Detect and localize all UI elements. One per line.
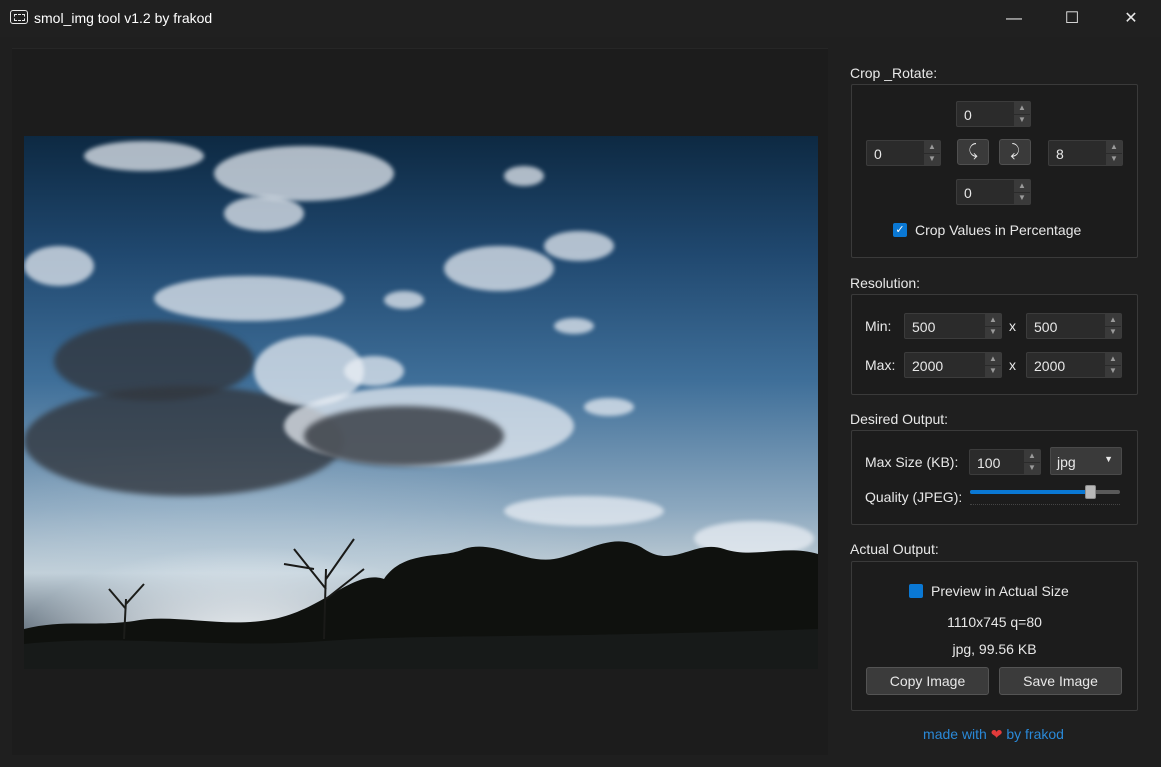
rotate-left-button[interactable]: ⤹ [957,139,989,165]
chevron-down-icon[interactable]: ▼ [1105,365,1121,377]
quality-slider-fill [970,490,1090,494]
chevron-down-icon[interactable]: ▼ [1014,114,1030,126]
preview-actual-size-label: Preview in Actual Size [931,583,1069,599]
quality-slider[interactable] [970,485,1120,499]
resolution-label: Resolution: [850,275,921,291]
heart-icon: ❤ [990,726,1003,742]
rotate-right-button[interactable]: ⤸ [999,139,1031,165]
min-height-input[interactable]: 500 ▲ ▼ [1026,313,1122,339]
app-screenshot-icon [10,10,28,24]
crop-top-input[interactable]: 0 ▲ ▼ [956,101,1031,127]
close-button[interactable]: ✕ [1102,0,1160,37]
x-separator: x [1009,318,1016,334]
crop-rotate-group: 0 ▲ ▼ 0 ▲ ▼ ⤹ ⤸ 8 ▲ ▼ 0 ▲ ▼ ✓ Crop Values in… [851,84,1138,258]
quality-label: Quality (JPEG): [865,489,963,505]
crop-percentage-checkbox[interactable]: ✓ [893,223,907,237]
output-dimensions: 1110x745 q=80 [947,614,1042,630]
max-label: Max: [865,357,896,373]
quality-slider-thumb[interactable] [1085,485,1096,499]
window-title: smol_img tool v1.2 by frakod [34,10,213,26]
max-size-label: Max Size (KB): [865,454,959,470]
max-width-input[interactable]: 2000 ▲ ▼ [904,352,1002,378]
minimize-button[interactable]: — [985,0,1043,37]
image-preview [24,136,818,669]
resolution-group: Min: 500 ▲ ▼ x 500 ▲ ▼ Max: 2000 ▲ ▼ x 2000… [851,294,1138,395]
maximize-button[interactable]: ☐ [1043,0,1101,37]
footer-suffix: by frakod [1006,726,1064,742]
crop-right-input[interactable]: 8 ▲ ▼ [1048,140,1123,166]
footer-prefix: made with [923,726,987,742]
min-label: Min: [865,318,892,334]
actual-output-label: Actual Output: [850,541,939,557]
min-width-input[interactable]: 500 ▲ ▼ [904,313,1002,339]
save-image-button[interactable]: Save Image [999,667,1122,695]
chevron-down-icon[interactable]: ▼ [924,153,940,165]
output-file-info: jpg, 99.56 KB [952,641,1037,657]
actual-output-group: Preview in Actual Size 1110x745 q=80 jpg… [851,561,1138,711]
crop-percentage-label: Crop Values in Percentage [915,222,1082,238]
chevron-down-icon[interactable]: ▼ [1105,326,1121,338]
x-separator: x [1009,357,1016,373]
control-panel: Crop _Rotate: 0 ▲ ▼ 0 ▲ ▼ ⤹ ⤸ 8 ▲ ▼ 0 ▲ ▼ ✓ … [838,48,1149,754]
crop-left-input[interactable]: 0 ▲ ▼ [866,140,941,166]
chevron-down-icon[interactable]: ▼ [1014,192,1030,204]
desired-output-label: Desired Output: [850,411,949,427]
title-bar: smol_img tool v1.2 by frakod — ☐ ✕ [0,0,1161,37]
footer-credit[interactable]: made with ❤ by frakod [851,726,1136,743]
chevron-down-icon[interactable]: ▼ [985,326,1001,338]
copy-image-button[interactable]: Copy Image [866,667,989,695]
chevron-down-icon[interactable]: ▼ [1024,462,1040,474]
max-size-input[interactable]: 100 ▲ ▼ [969,449,1041,475]
chevron-down-icon[interactable]: ▼ [1106,153,1122,165]
slider-ticks [970,498,1120,505]
crop-bottom-input[interactable]: 0 ▲ ▼ [956,179,1031,205]
max-height-input[interactable]: 2000 ▲ ▼ [1026,352,1122,378]
chevron-down-icon: ▼ [1104,454,1113,464]
preview-actual-size-checkbox[interactable] [909,584,923,598]
desired-output-group: Max Size (KB): 100 ▲ ▼ jpg ▼ Quality (JPE… [851,430,1138,525]
format-select[interactable]: jpg ▼ [1050,447,1122,475]
chevron-down-icon[interactable]: ▼ [985,365,1001,377]
crop-rotate-label: Crop _Rotate: [850,65,938,81]
